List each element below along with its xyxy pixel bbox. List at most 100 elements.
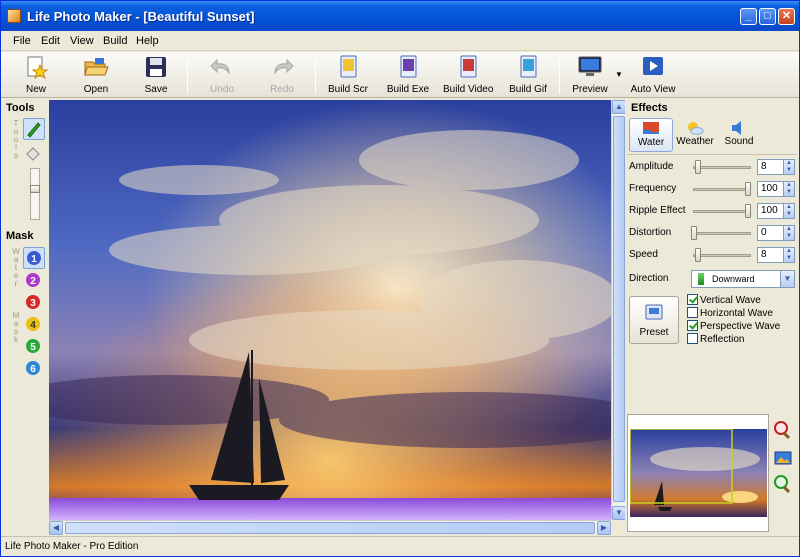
- build-exe-label: Build Exe: [386, 84, 430, 95]
- vertical-wave-checkbox[interactable]: [687, 294, 698, 305]
- close-button[interactable]: ✕: [778, 8, 795, 25]
- menu-build[interactable]: Build: [103, 35, 127, 47]
- picture-icon: [774, 451, 792, 465]
- brush-tool-button[interactable]: [23, 118, 45, 140]
- direction-dropdown-icon[interactable]: ▼: [780, 271, 794, 287]
- amplitude-slider[interactable]: [693, 166, 751, 169]
- horizontal-scrollbar[interactable]: ◀ ▶: [49, 520, 611, 535]
- horizontal-scroll-thumb[interactable]: [65, 522, 595, 534]
- zoom-in-icon: [774, 475, 791, 494]
- save-button[interactable]: Save: [131, 55, 181, 97]
- effects-panel: Effects Water Weather Sound Amplitude 8 …: [625, 100, 799, 534]
- build-gif-button[interactable]: Build Gif: [503, 55, 553, 97]
- reflection-row[interactable]: Reflection: [687, 333, 744, 346]
- auto-view-label: Auto View: [630, 84, 676, 95]
- preset-button[interactable]: Preset: [629, 296, 679, 344]
- horizontal-wave-checkbox[interactable]: [687, 307, 698, 318]
- direction-select[interactable]: Downward ▼: [691, 270, 795, 288]
- distortion-input[interactable]: 0 ▲ ▼: [757, 225, 795, 241]
- title-bar[interactable]: Life Photo Maker - [Beautiful Sunset] _ …: [1, 1, 799, 31]
- zoom-in-button[interactable]: [773, 474, 793, 494]
- ripple-effect-label: Ripple Effect: [629, 205, 686, 216]
- fit-image-button[interactable]: [773, 448, 793, 468]
- frequency-spinner[interactable]: ▲ ▼: [783, 182, 794, 196]
- frequency-slider[interactable]: [693, 188, 751, 191]
- frequency-input[interactable]: 100 ▲ ▼: [757, 181, 795, 197]
- frequency-row: Frequency 100 ▲ ▼: [629, 179, 797, 199]
- mask-2-button[interactable]: 2: [23, 270, 45, 292]
- thumbnail-image: [630, 429, 767, 517]
- distortion-slider-thumb[interactable]: [691, 226, 697, 240]
- thumbnail-navigator[interactable]: [627, 414, 769, 532]
- mask-header: Mask: [6, 230, 34, 242]
- scroll-left-icon[interactable]: ◀: [49, 521, 63, 535]
- menu-file[interactable]: File: [13, 35, 31, 47]
- undo-button[interactable]: Undo: [197, 55, 247, 97]
- status-text: Life Photo Maker - Pro Edition: [5, 541, 139, 552]
- new-button[interactable]: New: [11, 55, 61, 97]
- distortion-slider[interactable]: [693, 232, 751, 235]
- speed-label: Speed: [629, 249, 658, 260]
- amplitude-slider-thumb[interactable]: [695, 160, 701, 174]
- perspective-wave-row[interactable]: Perspective Wave: [687, 320, 780, 333]
- mask-5-button[interactable]: 5: [23, 336, 45, 358]
- distortion-spinner[interactable]: ▲ ▼: [783, 226, 794, 240]
- speaker-icon: [732, 121, 741, 135]
- mask-1-button[interactable]: 1: [23, 247, 45, 269]
- auto-view-button[interactable]: Auto View: [628, 55, 678, 97]
- brush-size-thumb[interactable]: [30, 185, 40, 193]
- photo-canvas[interactable]: [49, 100, 611, 520]
- build-video-button[interactable]: Build Video: [443, 55, 493, 97]
- ripple-effect-slider-thumb[interactable]: [745, 204, 751, 218]
- mask-4-button[interactable]: 4: [23, 314, 45, 336]
- menu-view[interactable]: View: [70, 35, 94, 47]
- tab-sound[interactable]: Sound: [717, 118, 761, 152]
- open-button[interactable]: Open: [71, 55, 121, 97]
- frequency-slider-thumb[interactable]: [745, 182, 751, 196]
- vertical-scroll-thumb[interactable]: [613, 116, 625, 502]
- build-video-label: Build Video: [443, 84, 494, 95]
- mask-vertical-label: Mask: [12, 311, 20, 344]
- speed-slider[interactable]: [693, 254, 751, 257]
- vertical-wave-row[interactable]: Vertical Wave: [687, 294, 761, 307]
- brush-size-slider[interactable]: [30, 168, 40, 220]
- amplitude-input[interactable]: 8 ▲ ▼: [757, 159, 795, 175]
- tab-weather[interactable]: Weather: [673, 118, 717, 152]
- tab-water[interactable]: Water: [629, 118, 673, 152]
- eraser-tool-button[interactable]: [23, 142, 45, 164]
- menu-edit[interactable]: Edit: [41, 35, 60, 47]
- reflection-checkbox[interactable]: [687, 333, 698, 344]
- effects-header: Effects: [631, 102, 668, 114]
- ripple-effect-slider[interactable]: [693, 210, 751, 213]
- maximize-button[interactable]: □: [759, 8, 776, 25]
- minimize-button[interactable]: _: [740, 8, 757, 25]
- water-properties: Amplitude 8 ▲ ▼ Frequency 100 ▲ ▼ Ripple Eff…: [627, 154, 797, 408]
- perspective-wave-checkbox[interactable]: [687, 320, 698, 331]
- mask-3-button[interactable]: 3: [23, 292, 45, 314]
- menu-help[interactable]: Help: [136, 35, 159, 47]
- vertical-scrollbar[interactable]: ▲ ▼: [611, 100, 626, 520]
- build-exe-button[interactable]: Build Exe: [383, 55, 433, 97]
- scroll-down-icon[interactable]: ▼: [612, 506, 626, 520]
- mask-6-button[interactable]: 6: [23, 358, 45, 380]
- redo-button[interactable]: Redo: [257, 55, 307, 97]
- ripple-effect-spinner[interactable]: ▲ ▼: [783, 204, 794, 218]
- preview-dropdown-arrow-icon[interactable]: ▼: [615, 70, 623, 79]
- zoom-out-button[interactable]: [773, 420, 793, 440]
- preview-button[interactable]: Preview: [565, 55, 615, 97]
- ripple-effect-input[interactable]: 100 ▲ ▼: [757, 203, 795, 219]
- toolbar-separator: [315, 58, 316, 94]
- speed-input[interactable]: 8 ▲ ▼: [757, 247, 795, 263]
- speed-spinner[interactable]: ▲ ▼: [783, 248, 794, 262]
- amplitude-spinner[interactable]: ▲ ▼: [783, 160, 794, 174]
- amplitude-label: Amplitude: [629, 161, 674, 172]
- build-gif-icon: [520, 55, 537, 78]
- scroll-right-icon[interactable]: ▶: [597, 521, 611, 535]
- horizontal-wave-row[interactable]: Horizontal Wave: [687, 307, 773, 320]
- zoom-out-icon: [774, 421, 791, 440]
- frequency-value: 100: [761, 183, 778, 194]
- build-scr-button[interactable]: Build Scr: [323, 55, 373, 97]
- speed-slider-thumb[interactable]: [695, 248, 701, 262]
- tools-header: Tools: [6, 102, 35, 114]
- scroll-up-icon[interactable]: ▲: [612, 100, 626, 114]
